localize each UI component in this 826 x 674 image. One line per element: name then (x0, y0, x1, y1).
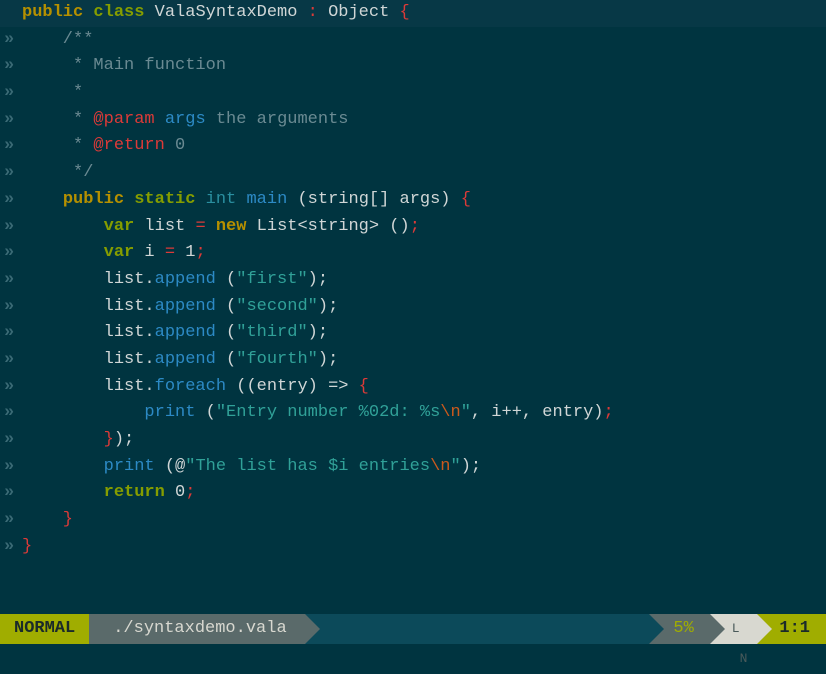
gutter: » (0, 480, 22, 507)
code-line: » return 0; (0, 480, 826, 507)
filename: ./syntaxdemo.vala (89, 614, 304, 644)
vim-mode: NORMAL (0, 614, 89, 644)
gutter: » (0, 80, 22, 107)
gutter (0, 0, 22, 27)
code-line: » /** (0, 27, 826, 54)
code-line: » */ (0, 160, 826, 187)
code-line: » list.foreach ((entry) => { (0, 374, 826, 401)
code-line: » var list = new List<string> (); (0, 214, 826, 241)
code-line: » } (0, 507, 826, 534)
code-line: » var i = 1; (0, 240, 826, 267)
gutter: » (0, 267, 22, 294)
scroll-percent: 5% (649, 614, 709, 644)
gutter: » (0, 534, 22, 561)
code-line: » list.append ("third"); (0, 320, 826, 347)
code-line: » * @return 0 (0, 133, 826, 160)
code-line: public class ValaSyntaxDemo : Object { (0, 0, 826, 27)
cursor-position: 1:1 (757, 614, 826, 644)
line-indicator: L N (710, 614, 758, 644)
gutter: » (0, 294, 22, 321)
code-line: » print (@"The list has $i entries\n"); (0, 454, 826, 481)
gutter: » (0, 187, 22, 214)
gutter: » (0, 214, 22, 241)
gutter: » (0, 507, 22, 534)
code-line: » * Main function (0, 53, 826, 80)
gutter: » (0, 53, 22, 80)
code-line: » list.append ("fourth"); (0, 347, 826, 374)
gutter: » (0, 400, 22, 427)
code-line: » * @param args the arguments (0, 107, 826, 134)
gutter: » (0, 427, 22, 454)
gutter: » (0, 107, 22, 134)
gutter: » (0, 160, 22, 187)
code-line: »} (0, 534, 826, 561)
gutter: » (0, 320, 22, 347)
code-line: » }); (0, 427, 826, 454)
status-bar: NORMAL ./syntaxdemo.vala 5% L N 1:1 (0, 614, 826, 644)
gutter: » (0, 133, 22, 160)
gutter: » (0, 454, 22, 481)
gutter: » (0, 27, 22, 54)
gutter: » (0, 374, 22, 401)
code-line: » public static int main (string[] args)… (0, 187, 826, 214)
code-line: » * (0, 80, 826, 107)
code-line: » list.append ("second"); (0, 294, 826, 321)
spacer (305, 614, 650, 644)
gutter: » (0, 347, 22, 374)
gutter: » (0, 240, 22, 267)
code-line: » print ("Entry number %02d: %s\n", i++,… (0, 400, 826, 427)
code-line: » list.append ("first"); (0, 267, 826, 294)
code-editor[interactable]: public class ValaSyntaxDemo : Object { »… (0, 0, 826, 614)
